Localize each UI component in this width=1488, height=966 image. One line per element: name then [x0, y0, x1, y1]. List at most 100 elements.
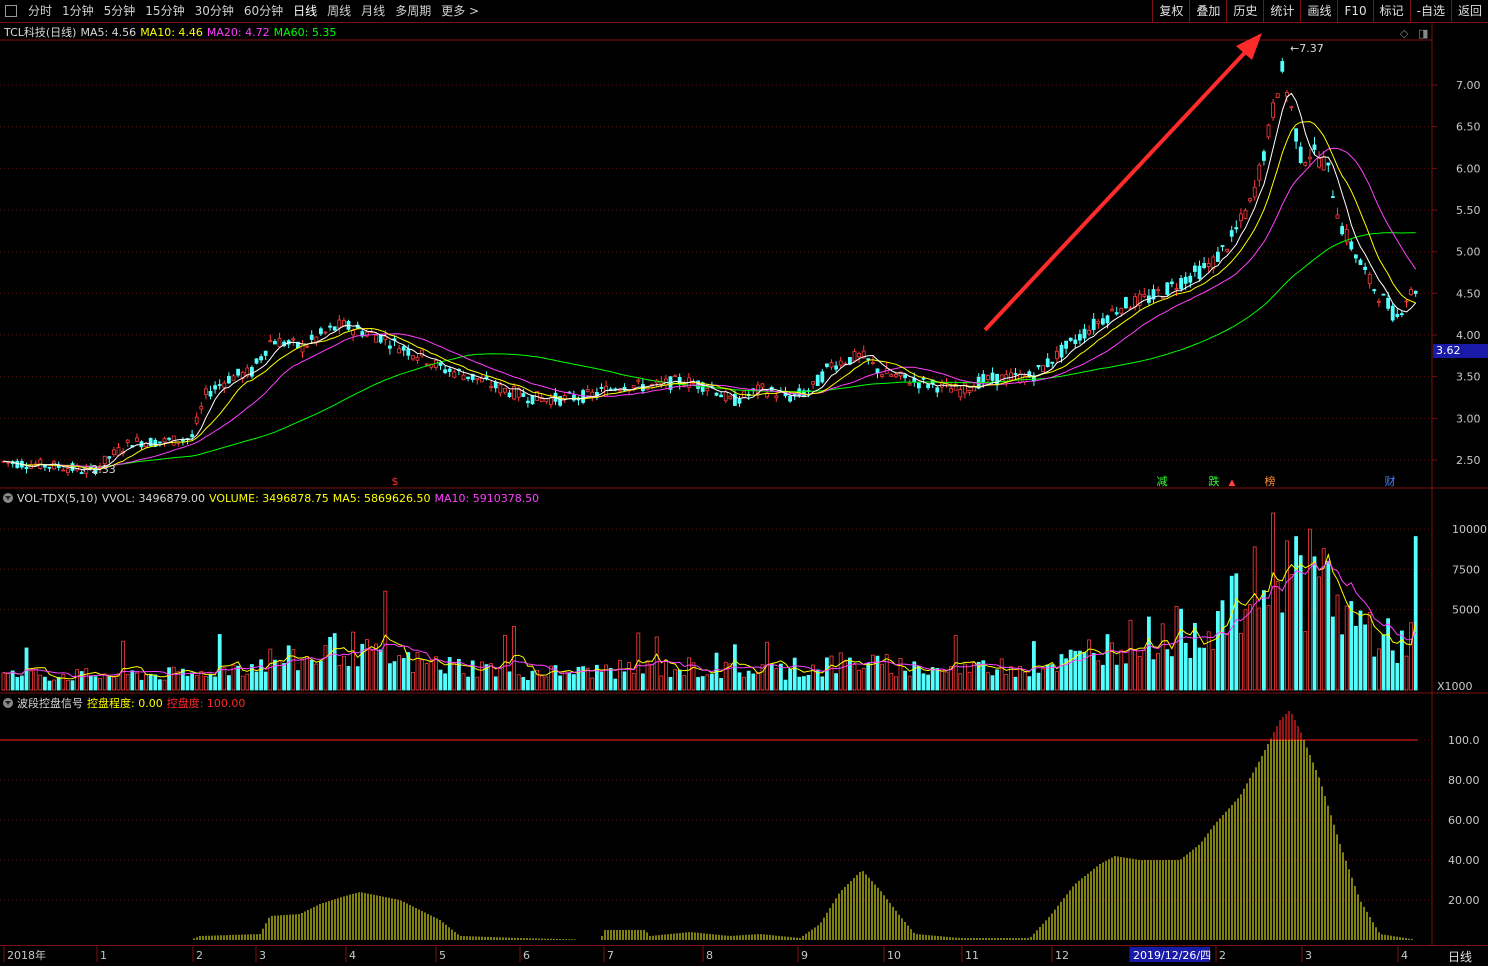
candle-body [1331, 196, 1335, 199]
volume-bar [521, 677, 526, 691]
volume-bar [696, 677, 700, 691]
volume-bar [1013, 676, 1018, 691]
volume-bar [516, 674, 521, 691]
candle-body [889, 374, 894, 377]
volume-bar [622, 671, 627, 691]
candle-body [1358, 259, 1363, 266]
volume-bar [797, 676, 802, 691]
volume-bar [466, 676, 471, 691]
volume-bar [687, 657, 691, 691]
volume-bar [1128, 619, 1133, 691]
volume-bar [1390, 650, 1395, 691]
volume-bar [972, 662, 976, 691]
candle-body [825, 363, 829, 367]
volume-bar [618, 660, 622, 691]
volume-bar [1303, 631, 1308, 691]
volume-bar [185, 675, 190, 691]
candle-body [199, 406, 204, 410]
volume-bar [401, 658, 406, 691]
candle-body [1188, 275, 1193, 283]
candle-body [1064, 340, 1068, 349]
price-tick-label: 6.00 [1456, 162, 1481, 175]
volume-bar [1183, 642, 1188, 691]
volume-bar [66, 679, 70, 691]
volume-bar [433, 656, 438, 691]
volume-bar [1009, 666, 1013, 691]
volume-bar [1156, 652, 1160, 691]
dropdown-icon[interactable] [3, 493, 13, 503]
candle-body [323, 331, 328, 334]
volume-bar [1271, 512, 1275, 691]
volume-bar [1349, 601, 1354, 691]
volume-bar [1059, 654, 1064, 691]
volume-bar [148, 673, 153, 691]
stock-chart[interactable]: 7.00 6.50 6.00 5.50 5.00 4.50 4.00 3.50 3.00 2.50… [0, 0, 1488, 965]
volume-bar [1317, 576, 1321, 691]
volume-bar [1160, 623, 1165, 691]
volume-bar [364, 639, 369, 691]
volume-bar [875, 655, 880, 691]
volume-bar [852, 664, 857, 691]
volume-bar [1091, 652, 1096, 691]
candle-body [263, 350, 268, 356]
candle-body [958, 389, 963, 398]
candle-body [1377, 300, 1381, 303]
dropdown-icon[interactable] [3, 698, 13, 708]
volume-bar [56, 676, 61, 691]
candle-body [291, 338, 296, 341]
volume-bar [857, 669, 861, 691]
candle-body [443, 369, 448, 374]
candle-body [949, 388, 953, 393]
volume-bar [1211, 649, 1216, 691]
volume-bar [1101, 664, 1105, 691]
candle-body [61, 469, 66, 472]
candle-body [498, 384, 503, 394]
volume-bar [1041, 668, 1045, 691]
volume-bar [627, 662, 631, 691]
candle-body [737, 398, 742, 404]
volume-bar [677, 669, 682, 691]
volume-bar [1239, 632, 1243, 691]
volume-bar [769, 663, 774, 691]
volume-bar [475, 676, 480, 691]
trend-arrow-line [983, 43, 1254, 332]
candle-body [811, 381, 815, 385]
volume-bar [498, 667, 503, 691]
volume-bar [121, 640, 125, 691]
volume-indicator-name[interactable]: VOL-TDX(5,10) [17, 492, 98, 505]
volume-bar [1151, 659, 1156, 691]
volume-bar [590, 677, 595, 691]
candle-body [180, 439, 185, 442]
candle-body [203, 388, 208, 395]
volume-bar [682, 675, 687, 691]
volume-bar [1124, 663, 1128, 691]
volume-bar [318, 660, 323, 691]
volume-bar [654, 636, 659, 691]
candles-group [1, 57, 1418, 478]
candle-body [387, 345, 392, 349]
control-level-label: 控盘度: 100.00 [166, 697, 246, 710]
candle-body [226, 375, 231, 384]
volume-bar [1409, 622, 1413, 691]
period-indicator[interactable]: 日线 [1448, 948, 1472, 965]
signal-indicator-name[interactable]: 波段控盘信号 [17, 695, 83, 711]
candle-body [691, 382, 696, 385]
candle-body [466, 376, 471, 379]
candle-body [424, 363, 429, 366]
volume-bar [282, 663, 287, 691]
volume-bar [940, 670, 944, 691]
candle-body [1326, 162, 1331, 166]
candle-body [1303, 162, 1308, 166]
volume-bar [1248, 604, 1252, 691]
volume-bar [664, 659, 668, 691]
volume-bar [61, 674, 66, 691]
candle-body [631, 385, 636, 389]
volume-bar [1280, 612, 1285, 691]
volume-bar [374, 643, 379, 691]
price-tick-label: 5.50 [1456, 204, 1481, 217]
event-marker: 减 [1157, 475, 1168, 488]
volume-bar [723, 661, 728, 691]
candle-body [1349, 241, 1354, 250]
candle-body [618, 389, 622, 392]
volume-bar [1331, 616, 1335, 691]
